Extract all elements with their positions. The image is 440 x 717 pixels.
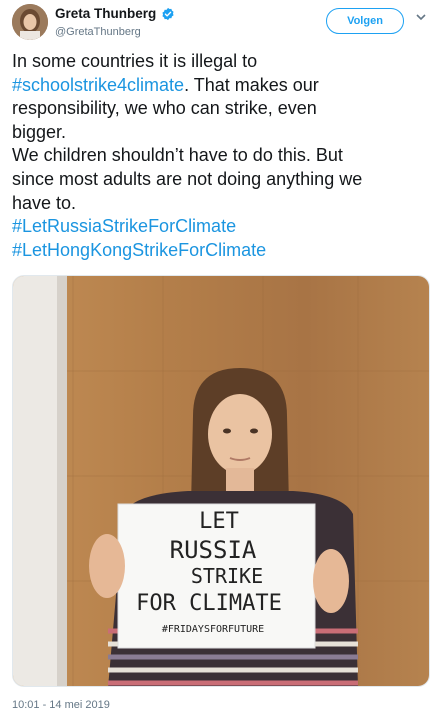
tweet-text-segment: have to. <box>12 192 77 213</box>
tweet-timestamp[interactable]: 10:01 - 14 mei 2019 <box>12 699 110 711</box>
tweet-text: In some countries it is illegal to #schoo… <box>12 50 432 262</box>
tweet-photo[interactable]: LET RUSSIA STRIKE FOR CLIMATE #FRIDAYSFO… <box>12 275 430 687</box>
follow-button[interactable]: Volgen <box>326 8 404 34</box>
name-row: Greta Thunberg <box>55 6 175 21</box>
tweet-header: Greta Thunberg @GretaThunberg Volgen <box>0 0 440 48</box>
sign-line: RUSSIA <box>170 536 257 564</box>
chevron-down-icon[interactable] <box>414 10 428 24</box>
tweet-text-segment: In some countries it is illegal to <box>12 51 258 71</box>
tweet-line: In some countries it is illegal to <box>12 50 432 74</box>
tweet-text-segment: We children shouldn’t have to do this. B… <box>12 145 343 166</box>
tweet-line: since most adults are not doing anything… <box>12 168 432 192</box>
user-handle[interactable]: @GretaThunberg <box>55 26 141 38</box>
sign-line: FOR CLIMATE <box>136 591 282 616</box>
hashtag-link[interactable]: #LetRussiaStrikeForClimate <box>12 216 236 236</box>
photo-illustration: LET RUSSIA STRIKE FOR CLIMATE #FRIDAYSFO… <box>13 276 429 686</box>
hashtag-link[interactable]: #schoolstrike4climate <box>12 75 184 95</box>
tweet-line: bigger. <box>12 121 432 145</box>
sign-line: LET <box>199 509 239 534</box>
tweet-line: We children shouldn’t have to do this. B… <box>12 144 432 168</box>
tweet-line: #LetRussiaStrikeForClimate <box>12 215 432 239</box>
sign-line: STRIKE <box>191 564 263 588</box>
tweet-text-segment: responsibility, we who can strike, even <box>12 98 317 119</box>
hashtag-link[interactable]: #LetHongKongStrikeForClimate <box>12 240 266 260</box>
display-name[interactable]: Greta Thunberg <box>55 6 156 21</box>
tweet-text-segment: since most adults are not doing anything… <box>12 168 363 189</box>
tweet-text-segment: bigger. <box>12 121 67 142</box>
tweet-line: #schoolstrike4climate. That makes our <box>12 74 432 98</box>
avatar[interactable] <box>12 4 48 40</box>
tweet-line: responsibility, we who can strike, even <box>12 97 432 121</box>
tweet-line: #LetHongKongStrikeForClimate <box>12 239 432 263</box>
tweet-line: have to. <box>12 192 432 216</box>
verified-badge-icon <box>161 7 175 21</box>
tweet-text-segment: . That makes our <box>184 74 319 95</box>
sign-line: #FRIDAYSFORFUTURE <box>162 624 264 635</box>
